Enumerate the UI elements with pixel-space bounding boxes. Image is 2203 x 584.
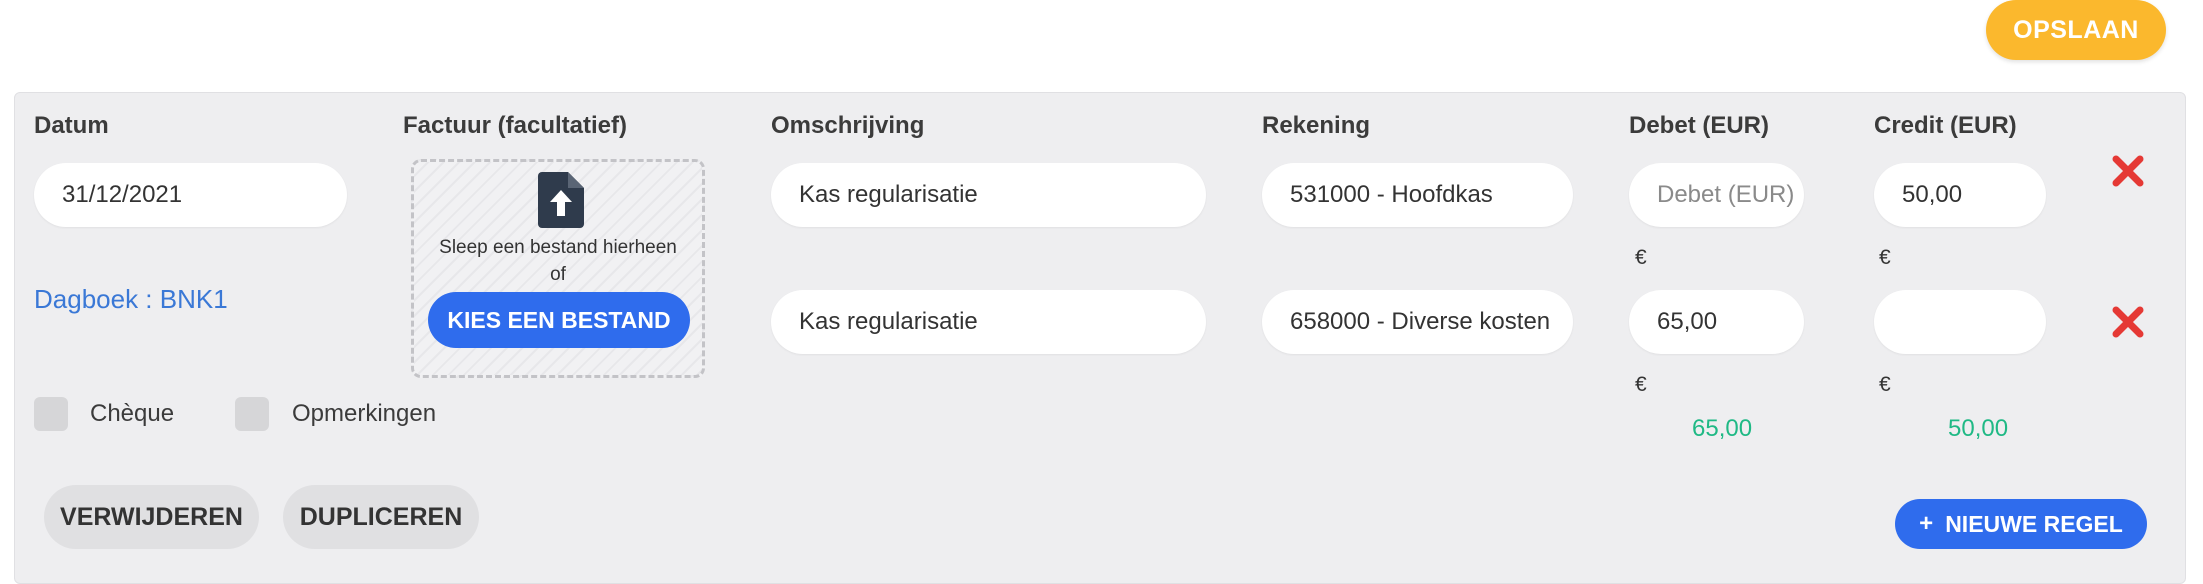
new-line-label: NIEUWE REGEL — [1945, 510, 2123, 537]
line2-debit-input[interactable]: 65,00 — [1629, 290, 1804, 354]
line2-debit-currency: € — [1635, 373, 1647, 396]
debit-total: 65,00 — [1692, 415, 1753, 442]
date-label: Datum — [34, 112, 109, 139]
delete-button[interactable]: VERWIJDEREN — [44, 485, 259, 549]
file-upload-icon — [538, 172, 584, 228]
line1-credit-input[interactable]: 50,00 — [1874, 163, 2046, 227]
credit-total: 50,00 — [1948, 415, 2009, 442]
invoice-label: Factuur (facultatief) — [403, 112, 628, 139]
remarks-checkbox[interactable] — [235, 397, 269, 431]
line2-credit-currency: € — [1879, 373, 1891, 396]
line2-credit-input[interactable] — [1874, 290, 2046, 354]
remarks-label: Opmerkingen — [292, 400, 437, 427]
date-input[interactable]: 31/12/2021 — [34, 163, 347, 227]
new-line-button[interactable]: + NIEUWE REGEL — [1895, 499, 2147, 549]
debit-label: Debet (EUR) — [1629, 112, 1770, 139]
line1-description-input[interactable]: Kas regularisatie — [771, 163, 1206, 227]
cheque-checkbox[interactable] — [34, 397, 68, 431]
plus-icon: + — [1919, 510, 1934, 537]
choose-file-button[interactable]: KIES EEN BESTAND — [428, 292, 690, 348]
cheque-label: Chèque — [90, 400, 175, 427]
save-button[interactable]: OPSLAAN — [1986, 0, 2166, 60]
remove-line2-icon[interactable] — [2111, 305, 2145, 339]
credit-label: Credit (EUR) — [1874, 112, 2017, 139]
dropzone-text: Sleep een bestand hierheen of — [439, 237, 677, 285]
description-label: Omschrijving — [771, 112, 925, 139]
line1-debit-input[interactable]: Debet (EUR) — [1629, 163, 1804, 227]
line1-credit-currency: € — [1879, 246, 1891, 269]
line2-account-select[interactable]: 658000 - Diverse kosten — [1262, 290, 1573, 354]
account-label: Rekening — [1262, 112, 1371, 139]
duplicate-button[interactable]: DUPLICEREN — [283, 485, 479, 549]
line1-account-select[interactable]: 531000 - Hoofdkas — [1262, 163, 1573, 227]
remove-line1-icon[interactable] — [2111, 154, 2145, 188]
line1-debit-currency: € — [1635, 246, 1647, 269]
line2-description-input[interactable]: Kas regularisatie — [771, 290, 1206, 354]
journal-link[interactable]: Dagboek : BNK1 — [34, 284, 228, 315]
file-dropzone[interactable]: Sleep een bestand hierheen of KIES EEN B… — [411, 159, 705, 378]
